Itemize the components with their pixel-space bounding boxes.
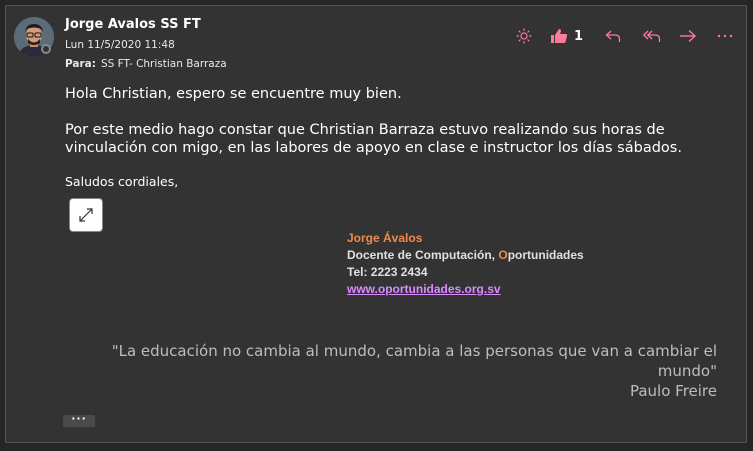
closing-text: Saludos cordiales, bbox=[65, 174, 179, 189]
sun-icon[interactable] bbox=[514, 26, 534, 46]
show-more-button[interactable]: ··· bbox=[63, 413, 95, 427]
reply-icon[interactable] bbox=[605, 26, 621, 46]
message-actions: 1 bbox=[514, 26, 733, 46]
signature-name: Jorge Ávalos bbox=[347, 231, 423, 245]
signature-title-part2: portunidades bbox=[507, 248, 584, 262]
quote-author: Paulo Freire bbox=[629, 382, 717, 400]
more-options-icon[interactable] bbox=[717, 26, 733, 46]
signature-quote: "La educación no cambia al mundo, cambia… bbox=[111, 342, 717, 380]
to-label: Para: bbox=[65, 58, 96, 70]
message-date: Lun 11/5/2020 11:48 bbox=[65, 39, 175, 51]
thumbs-up-icon bbox=[550, 28, 568, 44]
reply-all-icon[interactable] bbox=[643, 26, 661, 46]
expand-image-button[interactable] bbox=[70, 199, 102, 231]
body-paragraph-line1: Por este medio hago constar que Christia… bbox=[65, 122, 665, 138]
signature-website-link[interactable]: www.oportunidades.org.sv bbox=[347, 282, 501, 296]
signature-title-part1: Docente de Computación, bbox=[347, 248, 499, 262]
message-card: Jorge Avalos SS FT Lun 11/5/2020 11:48 P… bbox=[5, 5, 747, 443]
forward-icon[interactable] bbox=[679, 26, 697, 46]
recipient-name[interactable]: SS FT- Christian Barraza bbox=[101, 58, 227, 70]
sender-name[interactable]: Jorge Avalos SS FT bbox=[65, 17, 201, 32]
signature-title: Docente de Computación, Oportunidades bbox=[347, 248, 584, 262]
like-button[interactable]: 1 bbox=[550, 26, 583, 46]
signature-phone: Tel: 2223 2434 bbox=[347, 265, 428, 279]
signature-title-accent: O bbox=[498, 248, 508, 262]
greeting-text: Hola Christian, espero se encuentre muy … bbox=[65, 86, 402, 102]
body-paragraph-line2: vinculación con migo, en las labores de … bbox=[65, 140, 682, 156]
presence-status-icon bbox=[41, 44, 51, 54]
like-count: 1 bbox=[574, 28, 584, 44]
expand-icon bbox=[78, 207, 94, 223]
recipient-line: Para: SS FT- Christian Barraza bbox=[65, 58, 227, 70]
